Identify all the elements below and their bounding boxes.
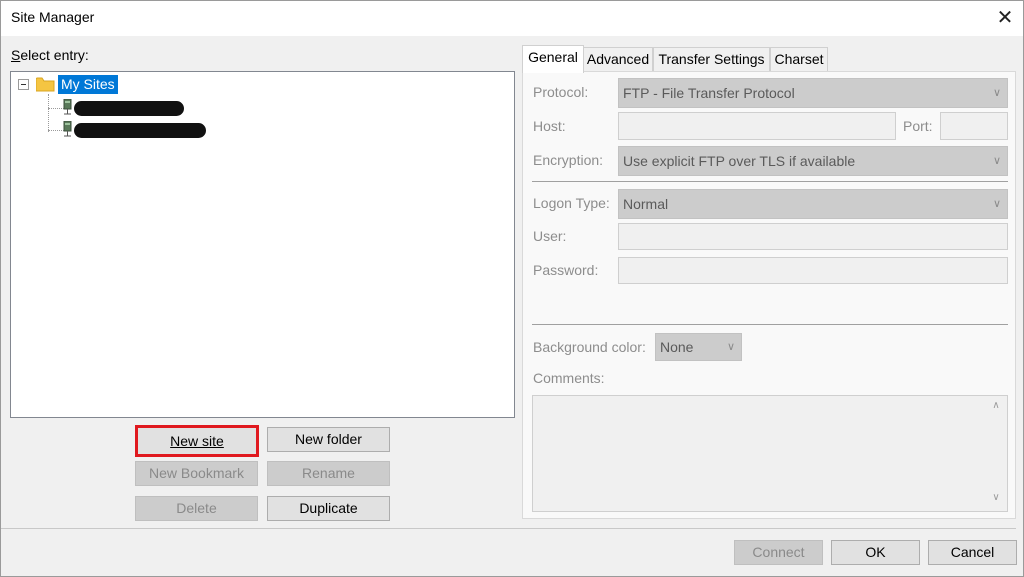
- protocol-select[interactable]: FTP - File Transfer Protocol ∨: [618, 78, 1008, 108]
- comments-label: Comments:: [533, 370, 605, 386]
- cancel-button[interactable]: Cancel: [928, 540, 1017, 565]
- chevron-down-icon: ∨: [992, 87, 1001, 99]
- user-label: User:: [533, 228, 567, 244]
- scroll-up-icon[interactable]: ∧: [989, 400, 1003, 414]
- new-bookmark-button[interactable]: New Bookmark: [135, 461, 258, 486]
- collapse-icon[interactable]: [18, 79, 29, 90]
- host-label: Host:: [533, 118, 566, 134]
- site-tree[interactable]: My Sites: [10, 71, 515, 418]
- footer-divider: [1, 528, 1016, 529]
- title-bar: [1, 1, 1023, 36]
- host-input[interactable]: [618, 112, 896, 140]
- logon-type-label: Logon Type:: [533, 195, 610, 211]
- logon-type-value: Normal: [623, 196, 669, 212]
- new-site-label: New site: [170, 433, 224, 449]
- ok-button[interactable]: OK: [831, 540, 920, 565]
- encryption-select[interactable]: Use explicit FTP over TLS if available ∨: [618, 146, 1008, 176]
- connect-button[interactable]: Connect: [734, 540, 823, 565]
- window-title: Site Manager: [11, 9, 95, 25]
- duplicate-button[interactable]: Duplicate: [267, 496, 390, 521]
- close-icon[interactable]: ✕: [990, 3, 1020, 33]
- user-input[interactable]: [618, 223, 1008, 250]
- delete-button[interactable]: Delete: [135, 496, 258, 521]
- redacted-site-name[interactable]: [74, 123, 206, 138]
- protocol-label: Protocol:: [533, 84, 589, 100]
- new-site-button[interactable]: New site: [135, 425, 259, 457]
- port-label: Port:: [903, 118, 933, 134]
- background-color-value: None: [660, 339, 694, 355]
- select-entry-label: Select entry:: [11, 47, 89, 63]
- redacted-site-name[interactable]: [74, 101, 184, 116]
- protocol-value: FTP - File Transfer Protocol: [623, 85, 795, 101]
- chevron-down-icon: ∨: [726, 341, 735, 353]
- tab-charset[interactable]: Charset: [770, 47, 828, 72]
- tab-general[interactable]: General: [522, 45, 584, 73]
- tree-root-label[interactable]: My Sites: [58, 75, 118, 94]
- comments-textarea[interactable]: [532, 395, 1008, 512]
- encryption-value: Use explicit FTP over TLS if available: [623, 153, 856, 169]
- encryption-label: Encryption:: [533, 152, 604, 168]
- divider: [532, 181, 1008, 182]
- rename-button[interactable]: Rename: [267, 461, 390, 486]
- password-input[interactable]: [618, 257, 1008, 284]
- server-icon: [63, 120, 72, 138]
- tree-line-vertical: [48, 94, 49, 132]
- folder-icon: [35, 77, 55, 92]
- divider: [532, 324, 1008, 325]
- tab-transfer-settings[interactable]: Transfer Settings: [653, 47, 770, 72]
- password-label: Password:: [533, 262, 599, 278]
- server-icon: [63, 98, 72, 116]
- chevron-down-icon: ∨: [992, 198, 1001, 210]
- new-folder-button[interactable]: New folder: [267, 427, 390, 452]
- tree-line-branch-2: [48, 130, 64, 131]
- scroll-down-icon[interactable]: ∨: [989, 492, 1003, 506]
- logon-type-select[interactable]: Normal ∨: [618, 189, 1008, 219]
- background-color-select[interactable]: None ∨: [655, 333, 742, 361]
- chevron-down-icon: ∨: [992, 155, 1001, 167]
- port-input[interactable]: [940, 112, 1008, 140]
- tree-line-branch-1: [48, 108, 64, 109]
- select-entry-label-rest: elect entry:: [20, 47, 89, 63]
- background-color-label: Background color:: [533, 339, 646, 355]
- tab-advanced[interactable]: Advanced: [583, 47, 653, 72]
